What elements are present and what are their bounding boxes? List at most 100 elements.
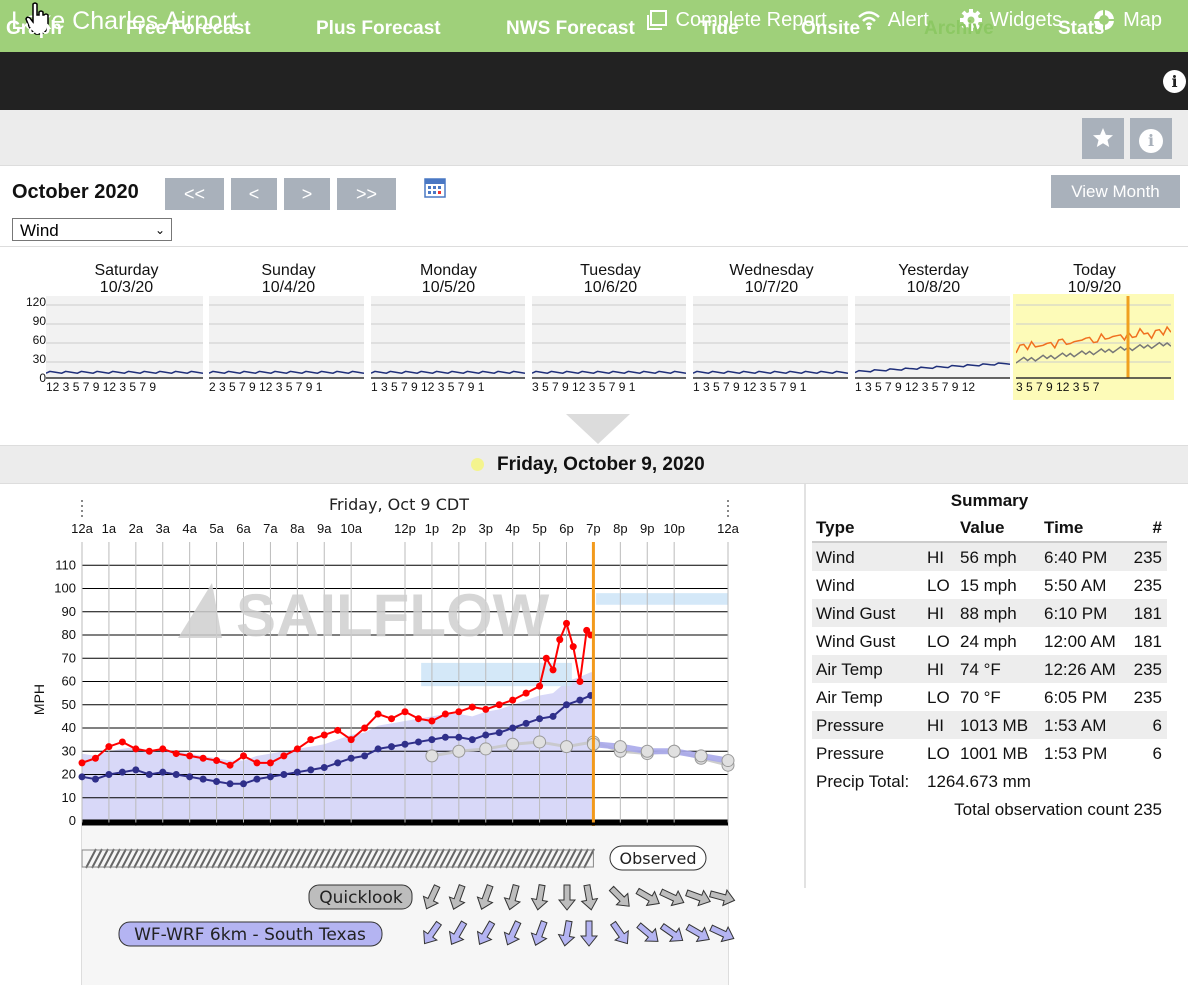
header-type: Type xyxy=(816,518,855,537)
data-point xyxy=(576,696,584,704)
summary-cell-value: 70 °F xyxy=(960,688,1001,707)
nav-info-icon[interactable]: i xyxy=(1163,70,1186,93)
day-label[interactable]: Wednesday 10/7/20 xyxy=(691,262,852,296)
nav-tide[interactable]: Tide xyxy=(700,18,739,40)
data-point xyxy=(569,643,577,651)
nav-free-forecast[interactable]: Free Forecast xyxy=(126,18,251,40)
day-label[interactable]: Tuesday 10/6/20 xyxy=(530,262,691,296)
day-label[interactable]: Yesterday 10/8/20 xyxy=(853,262,1014,296)
summary-cell-type: Wind xyxy=(816,576,855,595)
day-date: 10/6/20 xyxy=(583,279,638,296)
day-label[interactable]: Monday 10/5/20 xyxy=(368,262,529,296)
data-point xyxy=(441,710,449,718)
favorite-button[interactable] xyxy=(1082,118,1124,159)
view-month-button[interactable]: View Month xyxy=(1051,175,1180,208)
chevron-down-icon: ⌄ xyxy=(154,223,165,237)
data-point xyxy=(563,619,570,627)
summary-cell-type: Pressure xyxy=(816,744,885,763)
nav-archive[interactable]: Archive xyxy=(924,18,994,40)
day-label[interactable]: Today 10/9/20 xyxy=(1014,262,1175,296)
data-point xyxy=(401,708,409,716)
thumb-x-ticks: 1 3 5 7 9 12 3 5 7 9 12 xyxy=(855,380,975,394)
data-point xyxy=(495,729,503,737)
quicklook-label: Quicklook xyxy=(319,888,403,908)
nav-nws-forecast[interactable]: NWS Forecast xyxy=(506,18,635,40)
x-tick-label: 1a xyxy=(102,521,117,536)
data-point xyxy=(388,743,396,751)
y-tick-label: 90 xyxy=(62,604,76,619)
info-button[interactable]: i xyxy=(1130,118,1172,159)
day-thumbnail-chart[interactable]: 3 5 7 9 12 3 5 7 9 1 xyxy=(532,296,686,394)
data-point xyxy=(132,745,140,753)
day-thumbnail-chart[interactable]: 2 3 5 7 9 12 3 5 7 9 1 xyxy=(209,296,364,394)
data-point xyxy=(105,743,113,751)
summary-row: Pressure LO 1001 MB 1:53 PM 6 xyxy=(812,739,1167,767)
toolbar xyxy=(0,110,1188,166)
data-point xyxy=(563,701,570,709)
day-thumbnail-chart[interactable]: 1 3 5 7 9 12 3 5 7 9 12 xyxy=(855,296,1010,394)
variable-select[interactable]: Wind ⌄ xyxy=(12,218,172,241)
last-page-button[interactable]: >> xyxy=(337,178,396,210)
day-thumbnail-chart[interactable]: 1 3 5 7 9 12 3 5 7 9 1 xyxy=(371,296,525,394)
star-icon xyxy=(1093,128,1113,147)
day-thumbnail-chart[interactable]: 1 3 5 7 9 12 3 5 7 9 1 xyxy=(693,296,848,394)
nav-graph[interactable]: Graph xyxy=(6,18,62,40)
data-point xyxy=(199,775,207,783)
nav-plus-forecast[interactable]: Plus Forecast xyxy=(316,18,441,40)
summary-cell-value: 56 mph xyxy=(960,548,1017,567)
thumb-y-tick: 30 xyxy=(32,352,46,366)
model-label: WF-WRF 6km - South Texas xyxy=(134,925,366,945)
next-button[interactable]: > xyxy=(284,178,330,210)
data-point xyxy=(509,724,517,732)
nav-stats[interactable]: Stats xyxy=(1058,18,1104,40)
summary-cell-count: 235 xyxy=(1133,548,1162,567)
data-point xyxy=(280,771,288,778)
x-tick-label: 2p xyxy=(452,521,466,536)
day-label[interactable]: Sunday 10/4/20 xyxy=(208,262,369,296)
data-point xyxy=(428,717,436,725)
nav-onsite[interactable]: Onsite xyxy=(801,18,860,40)
data-point xyxy=(199,754,207,762)
day-name: Sunday xyxy=(261,262,316,279)
alert-link[interactable]: Alert xyxy=(857,8,929,32)
prev-button[interactable]: < xyxy=(231,178,277,210)
x-tick-label: 9p xyxy=(640,521,654,536)
y-tick-label: 70 xyxy=(62,650,76,665)
widgets-label: Widgets xyxy=(989,8,1063,31)
thumb-x-ticks: 2 3 5 7 9 12 3 5 7 9 1 xyxy=(209,380,323,394)
forecast-point xyxy=(721,754,735,768)
data-point xyxy=(240,780,247,788)
summary-cell-hl: HI xyxy=(927,716,944,735)
x-tick-label: 8a xyxy=(290,521,305,536)
day-thumbnail-chart[interactable]: 12 3 5 7 9 12 3 5 7 9 xyxy=(46,296,203,394)
x-tick-label: 4a xyxy=(182,521,197,536)
data-point xyxy=(307,766,315,774)
summary-panel: Summary Type Value Time # Wind HI 56 mph 6:… xyxy=(812,488,1167,823)
y-tick-label: 0 xyxy=(69,813,76,828)
watermark: SAILFLOW xyxy=(236,582,550,649)
calendar-icon[interactable] xyxy=(424,176,446,198)
day-label[interactable]: Saturday 10/3/20 xyxy=(46,262,207,296)
first-page-button[interactable]: << xyxy=(165,178,224,210)
day-name: Yesterday xyxy=(898,262,969,279)
summary-row: Air Temp HI 74 °F 12:26 AM 235 xyxy=(812,655,1167,683)
precip-value: 1264.673 mm xyxy=(927,772,1031,791)
wind-chart[interactable]: 0 10 20 30 40 50 60 70 80 90 100 110 SAILFLOW 12a 1a 2a… xyxy=(0,488,800,993)
info-icon: i xyxy=(1139,129,1163,153)
data-point xyxy=(482,705,490,713)
data-point xyxy=(213,757,221,765)
summary-cell-hl: HI xyxy=(927,660,944,679)
day-thumbnail-chart[interactable]: 3 5 7 9 12 3 5 7 xyxy=(1016,296,1171,394)
summary-cell-value: 24 mph xyxy=(960,632,1017,651)
thumb-x-ticks: 1 3 5 7 9 12 3 5 7 9 1 xyxy=(371,380,485,394)
data-point xyxy=(361,724,369,732)
forecast-point xyxy=(640,744,654,758)
data-point xyxy=(549,712,557,720)
summary-cell-time: 6:10 PM xyxy=(1044,604,1108,623)
y-tick-label: 50 xyxy=(62,697,76,712)
day-date: 10/5/20 xyxy=(421,279,476,296)
x-tick-label: 6a xyxy=(236,521,251,536)
total-value: 235 xyxy=(1133,800,1162,819)
data-point xyxy=(361,752,369,760)
data-point xyxy=(213,777,221,785)
